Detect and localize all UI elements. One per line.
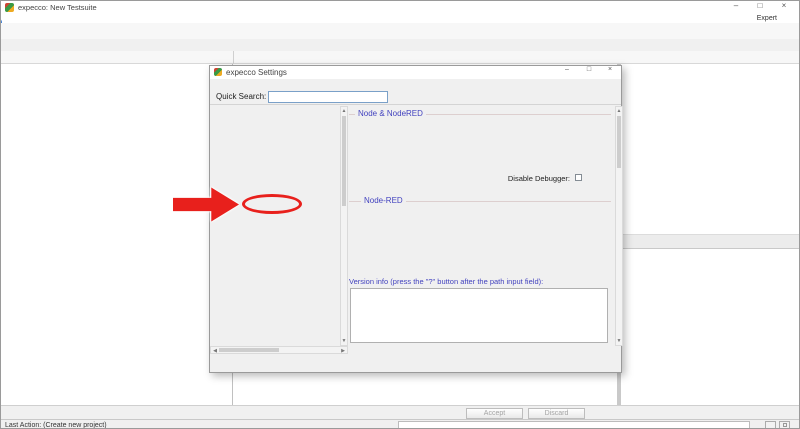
maximize-button[interactable]: □ bbox=[753, 1, 767, 10]
dialog-maximize-button[interactable]: □ bbox=[582, 66, 596, 73]
titlebar: expecco: New Testsuite – □ × bbox=[1, 1, 799, 14]
last-action-status: Last Action: (Create new project) bbox=[5, 422, 107, 429]
quick-search-row: Quick Search: bbox=[210, 90, 621, 105]
dialog-buttons bbox=[210, 354, 621, 370]
discard-button[interactable]: Discard bbox=[528, 408, 585, 419]
main-toolbar bbox=[1, 23, 799, 39]
version-info-label: Version info (press the "?" button after… bbox=[349, 277, 543, 286]
navigator-panel bbox=[1, 64, 233, 405]
expecco-logo-icon bbox=[214, 68, 222, 76]
settings-panel: Node & NodeRED Disable Debugger: Node-RE… bbox=[349, 106, 614, 346]
tab-row bbox=[1, 39, 799, 51]
dialog-minimize-button[interactable]: – bbox=[560, 66, 574, 73]
disable-debugger-checkbox[interactable] bbox=[575, 174, 582, 181]
status-input[interactable] bbox=[398, 421, 750, 429]
dialog-title: expecco Settings bbox=[226, 68, 287, 77]
navigator-tree bbox=[1, 64, 232, 405]
disable-debugger-label: Disable Debugger: bbox=[349, 174, 570, 183]
group-title: Node-RED bbox=[361, 196, 406, 205]
quick-search-input[interactable] bbox=[268, 91, 388, 103]
grip-button[interactable] bbox=[779, 421, 790, 429]
horizontal-resize-icon[interactable] bbox=[740, 421, 747, 429]
dialog-close-button[interactable]: × bbox=[603, 66, 617, 73]
annotation-arrow bbox=[173, 186, 239, 223]
group-title: Node & NodeRED bbox=[355, 109, 426, 118]
window-title: expecco: New Testsuite bbox=[18, 3, 97, 12]
secondary-toolbar bbox=[1, 51, 799, 64]
expecco-logo-icon bbox=[5, 3, 14, 12]
environment-toolbar bbox=[234, 51, 654, 64]
blank-button[interactable] bbox=[765, 421, 776, 429]
accept-button[interactable]: Accept bbox=[466, 408, 523, 419]
close-button[interactable]: × bbox=[777, 1, 791, 10]
quick-search-label: Quick Search: bbox=[216, 92, 266, 101]
minimize-button[interactable]: – bbox=[729, 1, 743, 10]
settings-tree bbox=[210, 106, 340, 346]
disable-debugger-row: Disable Debugger: bbox=[349, 172, 614, 184]
bottom-bar: Accept Discard bbox=[1, 405, 799, 419]
watch-splitter[interactable] bbox=[621, 234, 800, 249]
navigator-toolbar bbox=[1, 51, 234, 64]
annotation-ellipse bbox=[242, 194, 302, 214]
dialog-scrollbar-vertical[interactable]: ▲ ▼ bbox=[615, 106, 623, 346]
menubar: Expert bbox=[1, 14, 799, 23]
version-info-textarea[interactable] bbox=[350, 288, 608, 343]
dialog-titlebar: expecco Settings – □ × bbox=[210, 66, 621, 79]
tree-scrollbar-vertical[interactable]: ▲ ▼ bbox=[340, 106, 348, 346]
settings-dialog: expecco Settings – □ × Quick Search: ▲ ▼… bbox=[209, 65, 622, 373]
expert-mode-label: Expert bbox=[757, 15, 777, 22]
watch-panel bbox=[621, 64, 800, 405]
tree-scrollbar-horizontal[interactable]: ◀ ▶ bbox=[210, 346, 348, 354]
main-window: expecco: New Testsuite – □ × Expert Acce… bbox=[0, 0, 800, 429]
status-bar: Last Action: (Create new project) bbox=[1, 419, 799, 429]
